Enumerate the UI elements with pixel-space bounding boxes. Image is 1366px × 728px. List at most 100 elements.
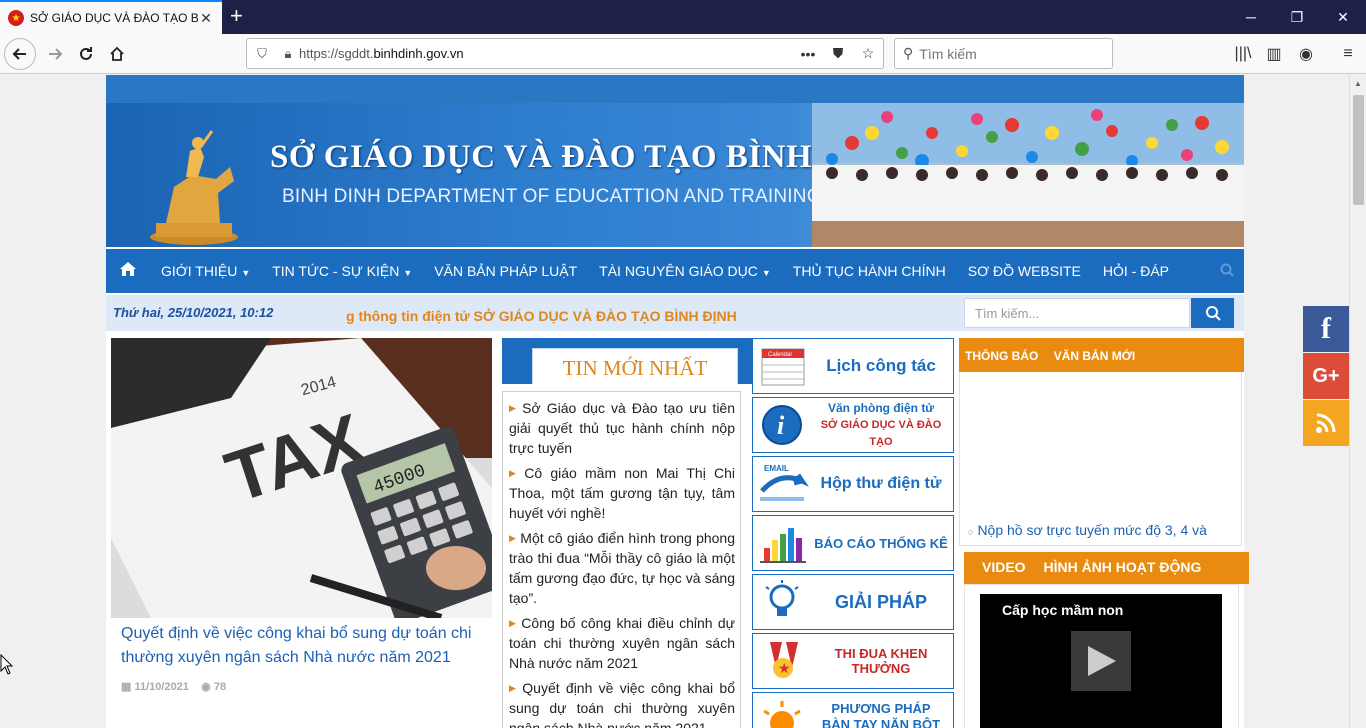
lightbulb-icon <box>765 580 799 616</box>
link-label: THI ĐUA KHEN THƯỞNG <box>834 646 928 676</box>
menu-item-thu-tuc[interactable]: THỦ TỤC HÀNH CHÍNH <box>782 263 957 279</box>
menu-hamburger-icon[interactable]: ≡ <box>1333 40 1363 68</box>
bullet-arrow-icon: ▶ <box>509 533 517 543</box>
restore-window-button[interactable]: ❐ <box>1274 0 1320 34</box>
link-bao-cao-thong-ke[interactable]: BÁO CÁO THỐNG KÊ <box>752 515 954 571</box>
url-bar[interactable]: ⛉ 🔒︎ https://sgddt.binhdinh.gov.vn ••• ⛊… <box>246 38 884 69</box>
info-icon: i <box>762 405 802 445</box>
browser-search-input[interactable]: ⚲ Tìm kiếm <box>894 38 1113 69</box>
latest-news-list: ▶ Sở Giáo dục và Đào tạo ưu tiên giải quy… <box>502 391 741 728</box>
link-lich-cong-tac[interactable]: Calendar Lịch công tác <box>752 338 954 394</box>
site-banner: SỞ GIÁO DỤC VÀ ĐÀO TẠO BÌNH ĐỊNH BINH DI… <box>106 103 1244 247</box>
menu-item-so-do[interactable]: SƠ ĐỒ WEBSITE <box>957 263 1092 279</box>
reload-button[interactable] <box>71 40 101 68</box>
link-giai-phap[interactable]: GIẢI PHÁP <box>752 574 954 630</box>
home-button[interactable] <box>102 40 132 68</box>
browser-tab-active[interactable]: ★ SỞ GIÁO DỤC VÀ ĐÀO TẠO BÌNH ĐỊNH ✕ <box>0 0 222 34</box>
menu-item-gioi-thieu[interactable]: GIỚI THIỆU ▼ <box>150 263 261 279</box>
list-item[interactable]: ▶ Cô giáo mầm non Mai Thị Chi Thoa, một t… <box>509 463 735 523</box>
menu-item-van-ban[interactable]: VĂN BẢN PHÁP LUẬT <box>423 263 588 279</box>
scrollbar-thumb[interactable] <box>1353 95 1364 205</box>
link-label: Hộp thư điện tử <box>820 475 942 492</box>
link-label: BÁO CÁO THỐNG KÊ <box>814 535 948 551</box>
sidebar-icon[interactable]: ▥ <box>1259 40 1289 68</box>
featured-image[interactable]: TAX 2014 45000 <box>111 338 492 618</box>
link-label: Lịch công tác <box>826 356 936 375</box>
featured-meta: ▦ 11/10/2021 ◉ 78 <box>121 680 226 693</box>
site-search-input[interactable]: Tìm kiếm... <box>964 298 1190 328</box>
featured-views: 78 <box>213 681 227 693</box>
notice-tabs: THÔNG BÁO VĂN BẢN MỚI <box>959 338 1244 372</box>
notice-list: ○ Nộp hồ sơ trực tuyến mức độ 3, 4 và <box>959 372 1242 546</box>
link-label: GIẢI PHÁP <box>834 591 927 612</box>
list-item[interactable]: ▶ Sở Giáo dục và Đào tạo ưu tiên giải quy… <box>509 398 735 458</box>
close-window-button[interactable]: ✕ <box>1320 0 1366 34</box>
list-item[interactable]: ▶ Công bố công khai điều chỉnh dự toán ch… <box>509 613 735 673</box>
bullet-arrow-icon: ▶ <box>509 683 519 693</box>
tab-hinh-anh[interactable]: HÌNH ẢNH HOẠT ĐỘNG <box>1043 559 1201 575</box>
minimize-window-button[interactable]: ─ <box>1228 0 1274 34</box>
facebook-icon[interactable]: f <box>1303 306 1349 352</box>
bullet-arrow-icon: ▶ <box>509 618 518 628</box>
svg-text:EMAIL: EMAIL <box>764 464 789 473</box>
bullet-arrow-icon: ▶ <box>509 403 519 413</box>
menu-item-tin-tuc[interactable]: TIN TỨC - SỰ KIỆN ▼ <box>261 263 423 279</box>
home-icon[interactable] <box>106 261 150 282</box>
tab-thong-bao[interactable]: THÔNG BÁO <box>965 349 1038 363</box>
featured-date: 11/10/2021 <box>134 681 189 693</box>
forward-button[interactable] <box>40 40 70 68</box>
tracking-shield-icon[interactable]: ⛉ <box>247 46 277 62</box>
bookmark-star-icon[interactable]: ☆ <box>853 45 883 62</box>
svg-text:i: i <box>777 411 785 440</box>
url-text[interactable]: https://sgddt.binhdinh.gov.vn <box>299 46 793 61</box>
list-item[interactable]: ▶ Một cô giáo điển hình trong phong trào … <box>509 528 735 608</box>
page-viewport: SỞ GIÁO DỤC VÀ ĐÀO TẠO BÌNH ĐỊNH BINH DI… <box>0 75 1349 728</box>
link-sublabel: SỞ GIÁO DỤC VÀ ĐÀO TẠO <box>820 418 942 448</box>
page-scrollbar[interactable]: ▲ <box>1349 75 1366 728</box>
date-bar: Thứ hai, 25/10/2021, 10:12 g thông tin đ… <box>106 295 1244 331</box>
library-icon[interactable]: |||\ <box>1228 40 1258 68</box>
link-van-phong-dien-tu[interactable]: i Văn phòng điện tử SỞ GIÁO DỤC VÀ ĐÀO T… <box>752 397 954 453</box>
chevron-down-icon: ▼ <box>403 268 413 278</box>
back-button[interactable] <box>4 38 36 70</box>
menu-item-tai-nguyen[interactable]: TÀI NGUYÊN GIÁO DỤC ▼ <box>588 263 782 279</box>
featured-article-title[interactable]: Quyết định về việc công khai bổ sung dự … <box>121 622 491 670</box>
browser-tab-bar: ★ SỞ GIÁO DỤC VÀ ĐÀO TẠO BÌNH ĐỊNH ✕ + ─… <box>0 0 1366 34</box>
current-date: Thứ hai, 25/10/2021, 10:12 <box>113 305 274 320</box>
list-item[interactable]: ▶ Quyết định về việc công khai bổ sung dự… <box>509 678 735 728</box>
students-photo <box>812 103 1244 247</box>
new-tab-button[interactable]: + <box>230 4 243 28</box>
mouse-cursor-icon <box>0 654 14 675</box>
rss-icon[interactable] <box>1303 400 1349 446</box>
latest-news-title: TIN MỚI NHẤT <box>532 348 738 384</box>
play-button[interactable] <box>1071 631 1131 691</box>
bar-chart-icon <box>760 528 806 563</box>
video-caption: Cấp học mầm non <box>1002 602 1124 618</box>
scroll-up-arrow-icon[interactable]: ▲ <box>1354 79 1362 88</box>
marquee-text: g thông tin điện tử SỞ GIÁO DỤC VÀ ĐÀO T… <box>346 308 737 324</box>
medal-icon: ★ <box>770 642 798 678</box>
list-item[interactable]: ○ Nộp hồ sơ trực tuyến mức độ 3, 4 và <box>968 522 1240 538</box>
site-search-button[interactable] <box>1191 298 1234 328</box>
page-actions-icon[interactable]: ••• <box>793 46 823 62</box>
link-phuong-phap[interactable]: PHƯƠNG PHÁP BÀN TAY NẶN BỘT <box>752 692 954 728</box>
tab-video[interactable]: VIDEO <box>982 559 1026 575</box>
tab-van-ban-moi[interactable]: VĂN BẢN MỚI <box>1054 349 1136 363</box>
email-icon: EMAIL <box>760 464 809 501</box>
link-thi-dua[interactable]: ★ THI ĐUA KHEN THƯỞNG <box>752 633 954 689</box>
menu-search-icon[interactable] <box>1220 263 1234 280</box>
latest-news-header: TIN MỚI NHẤT <box>502 338 752 384</box>
close-tab-icon[interactable]: ✕ <box>198 10 214 27</box>
account-icon[interactable]: ◉ <box>1291 40 1321 68</box>
site-subtitle: BINH DINH DEPARTMENT OF EDUCATTION AND T… <box>282 186 822 207</box>
calendar-icon: Calendar <box>761 348 805 386</box>
lock-icon[interactable]: 🔒︎ <box>277 46 299 62</box>
menu-item-hoi-dap[interactable]: HỎI - ĐÁP <box>1092 263 1180 279</box>
google-plus-icon[interactable]: G+ <box>1303 353 1349 399</box>
pocket-icon[interactable]: ⛊ <box>823 45 853 62</box>
link-hop-thu[interactable]: EMAIL Hộp thư điện tử <box>752 456 954 512</box>
video-player[interactable]: Cấp học mầm non <box>980 594 1222 728</box>
svg-text:Calendar: Calendar <box>768 352 792 358</box>
play-icon <box>1088 646 1116 676</box>
page-container: SỞ GIÁO DỤC VÀ ĐÀO TẠO BÌNH ĐỊNH BINH DI… <box>106 75 1249 728</box>
